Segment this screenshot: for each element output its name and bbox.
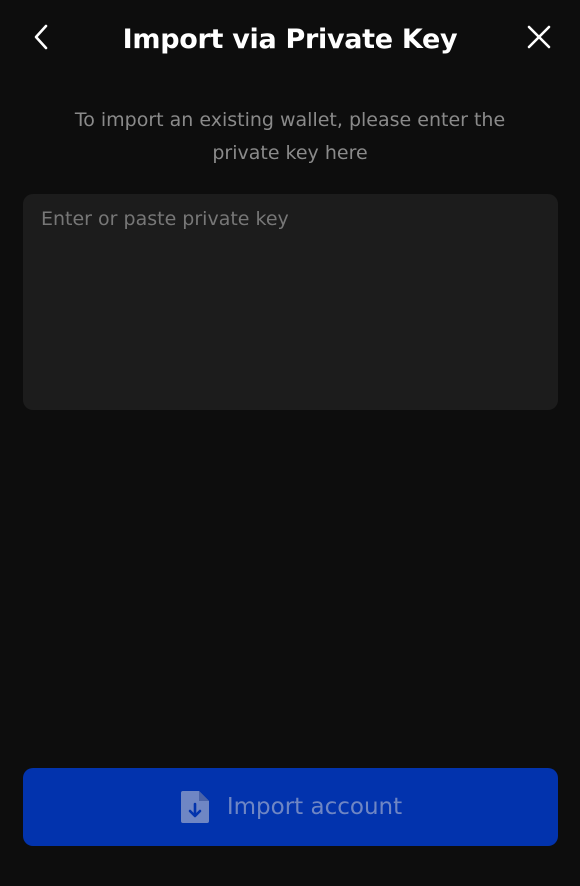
- header: Import via Private Key: [0, 0, 580, 80]
- import-account-button[interactable]: Import account: [23, 768, 558, 846]
- chevron-left-icon: [30, 22, 52, 56]
- private-key-input[interactable]: [23, 194, 558, 410]
- close-icon: [525, 23, 553, 55]
- import-account-label: Import account: [226, 794, 403, 820]
- back-button[interactable]: [22, 20, 60, 58]
- page-title: Import via Private Key: [122, 24, 458, 55]
- import-private-key-screen: Import via Private Key To import an exis…: [0, 0, 580, 886]
- file-download-icon: [179, 789, 211, 825]
- close-button[interactable]: [520, 20, 558, 58]
- instruction-text: To import an existing wallet, please ent…: [74, 109, 506, 164]
